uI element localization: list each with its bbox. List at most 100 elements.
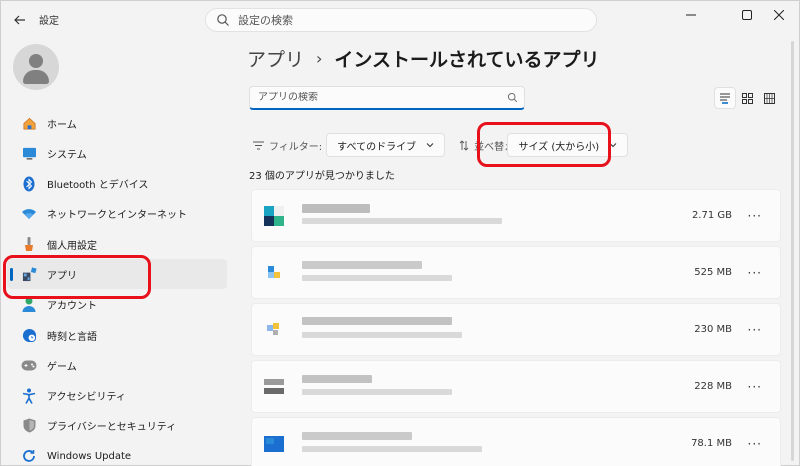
sidebar-item-system[interactable]: システム (7, 138, 227, 168)
app-list: 2.71 GB ··· 525 MB ··· 230 MB ··· 228 MB… (251, 189, 781, 466)
sidebar-item-personalization[interactable]: 個人用設定 (7, 229, 227, 259)
chevron-down-icon (609, 143, 617, 148)
app-icon (268, 266, 280, 278)
avatar-body (23, 70, 49, 84)
filter-sort-row: フィルター: すべてのドライブ 並べ替え: サイズ (大から小) (253, 133, 629, 157)
sidebar-item-label: Windows Update (47, 450, 132, 462)
blurred-app-details (302, 446, 482, 452)
sidebar-item-label: 時刻と言語 (47, 331, 97, 343)
app-icon (264, 206, 284, 226)
more-options-button[interactable]: ··· (748, 380, 762, 394)
sort-icon (459, 139, 469, 151)
blurred-app-name (302, 204, 370, 213)
sidebar-item-accounts[interactable]: アカウント (7, 290, 227, 320)
sidebar-item-home[interactable]: ホーム (7, 108, 227, 138)
minimize-button[interactable] (673, 5, 709, 25)
list-view-icon (720, 93, 730, 104)
brush-icon (21, 236, 37, 252)
gamepad-icon (21, 357, 37, 373)
app-icon (264, 379, 284, 394)
list-view-button[interactable] (714, 87, 736, 109)
sidebar-nav: ホーム システム Bluetooth とデバイス ネットワークとインターネット … (7, 108, 227, 466)
scrollbar-track (791, 41, 794, 461)
grid-view-button[interactable] (736, 87, 758, 109)
settings-search-input[interactable] (238, 13, 578, 27)
back-arrow-icon (14, 15, 25, 25)
sidebar-item-label: ゲーム (47, 361, 77, 373)
sidebar-item-time-language[interactable]: 時刻と言語 (7, 320, 227, 350)
tile-view-button[interactable] (758, 87, 780, 109)
apps-icon (21, 266, 37, 282)
maximize-icon (742, 10, 752, 20)
sort-value: サイズ (大から小) (518, 141, 600, 153)
sidebar-item-label: ホーム (47, 119, 77, 131)
system-icon (21, 145, 37, 161)
settings-search[interactable] (205, 8, 597, 32)
filter-icon (253, 141, 264, 149)
app-row[interactable]: 2.71 GB ··· (251, 189, 781, 242)
breadcrumb-separator: › (316, 49, 323, 68)
account-icon (21, 297, 37, 313)
blurred-app-name (302, 375, 372, 383)
sidebar-item-privacy[interactable]: プライバシーとセキュリティ (7, 411, 227, 441)
sidebar-item-label: プライバシーとセキュリティ (47, 422, 177, 434)
app-size: 2.71 GB (691, 210, 732, 221)
avatar-head (29, 54, 43, 68)
active-indicator (10, 268, 13, 282)
more-options-button[interactable]: ··· (748, 266, 762, 280)
breadcrumb: アプリ › インストールされているアプリ (247, 45, 599, 72)
filter-dropdown[interactable]: すべてのドライブ (326, 133, 446, 157)
blurred-app-name (302, 432, 412, 440)
home-icon (21, 115, 37, 131)
app-search-box[interactable] (249, 86, 525, 110)
scrollbar[interactable] (791, 41, 794, 461)
more-options-button[interactable]: ··· (748, 437, 762, 451)
sidebar-item-label: Bluetooth とデバイス (47, 180, 149, 192)
app-row[interactable]: 228 MB ··· (251, 360, 781, 413)
tile-view-icon (763, 92, 775, 104)
shield-icon (21, 418, 37, 434)
sidebar-item-bluetooth[interactable]: Bluetooth とデバイス (7, 169, 227, 199)
blurred-app-name (302, 261, 422, 269)
app-title: 設定 (39, 16, 59, 27)
app-size: 525 MB (694, 267, 732, 278)
title-bar: 設定 (1, 1, 800, 37)
sidebar-item-windows-update[interactable]: Windows Update (7, 441, 227, 466)
app-row[interactable]: 78.1 MB ··· (251, 417, 781, 466)
sidebar-item-label: アクセシビリティ (47, 392, 126, 404)
sidebar-item-label: アカウント (47, 301, 97, 313)
page-title: インストールされているアプリ (334, 49, 600, 71)
filter-label: フィルター: (269, 141, 323, 153)
back-button[interactable] (11, 11, 29, 29)
app-search-input[interactable] (258, 92, 498, 103)
app-size: 228 MB (694, 381, 732, 392)
breadcrumb-parent[interactable]: アプリ (247, 45, 304, 72)
app-row[interactable]: 230 MB ··· (251, 303, 781, 356)
sidebar-item-label: 個人用設定 (47, 240, 97, 252)
sidebar-item-label: ネットワークとインターネット (47, 210, 187, 222)
filter-value: すべてのドライブ (337, 141, 417, 153)
more-options-button[interactable]: ··· (748, 323, 762, 337)
globe-clock-icon (21, 327, 37, 343)
avatar[interactable] (13, 44, 59, 90)
sidebar-item-gaming[interactable]: ゲーム (7, 350, 227, 380)
sidebar-item-apps[interactable]: アプリ (7, 259, 227, 290)
chevron-down-icon (426, 143, 434, 148)
maximize-button[interactable] (729, 5, 765, 25)
blurred-app-details (302, 332, 462, 338)
more-options-button[interactable]: ··· (748, 209, 762, 223)
sort-dropdown[interactable]: サイズ (大から小) (507, 133, 629, 157)
sidebar-item-accessibility[interactable]: アクセシビリティ (7, 381, 227, 411)
close-button[interactable] (761, 5, 797, 25)
close-icon (774, 10, 784, 20)
app-row[interactable]: 525 MB ··· (251, 246, 781, 299)
blurred-app-details (302, 218, 502, 224)
blurred-app-details (302, 389, 452, 395)
app-count: 23 個のアプリが見つかりました (249, 171, 395, 182)
sidebar-item-label: アプリ (47, 270, 77, 282)
accessibility-icon (21, 388, 37, 404)
sidebar-item-network[interactable]: ネットワークとインターネット (7, 199, 227, 229)
app-icon (267, 323, 279, 335)
sidebar-item-label: システム (47, 149, 87, 161)
app-size: 230 MB (694, 324, 732, 335)
